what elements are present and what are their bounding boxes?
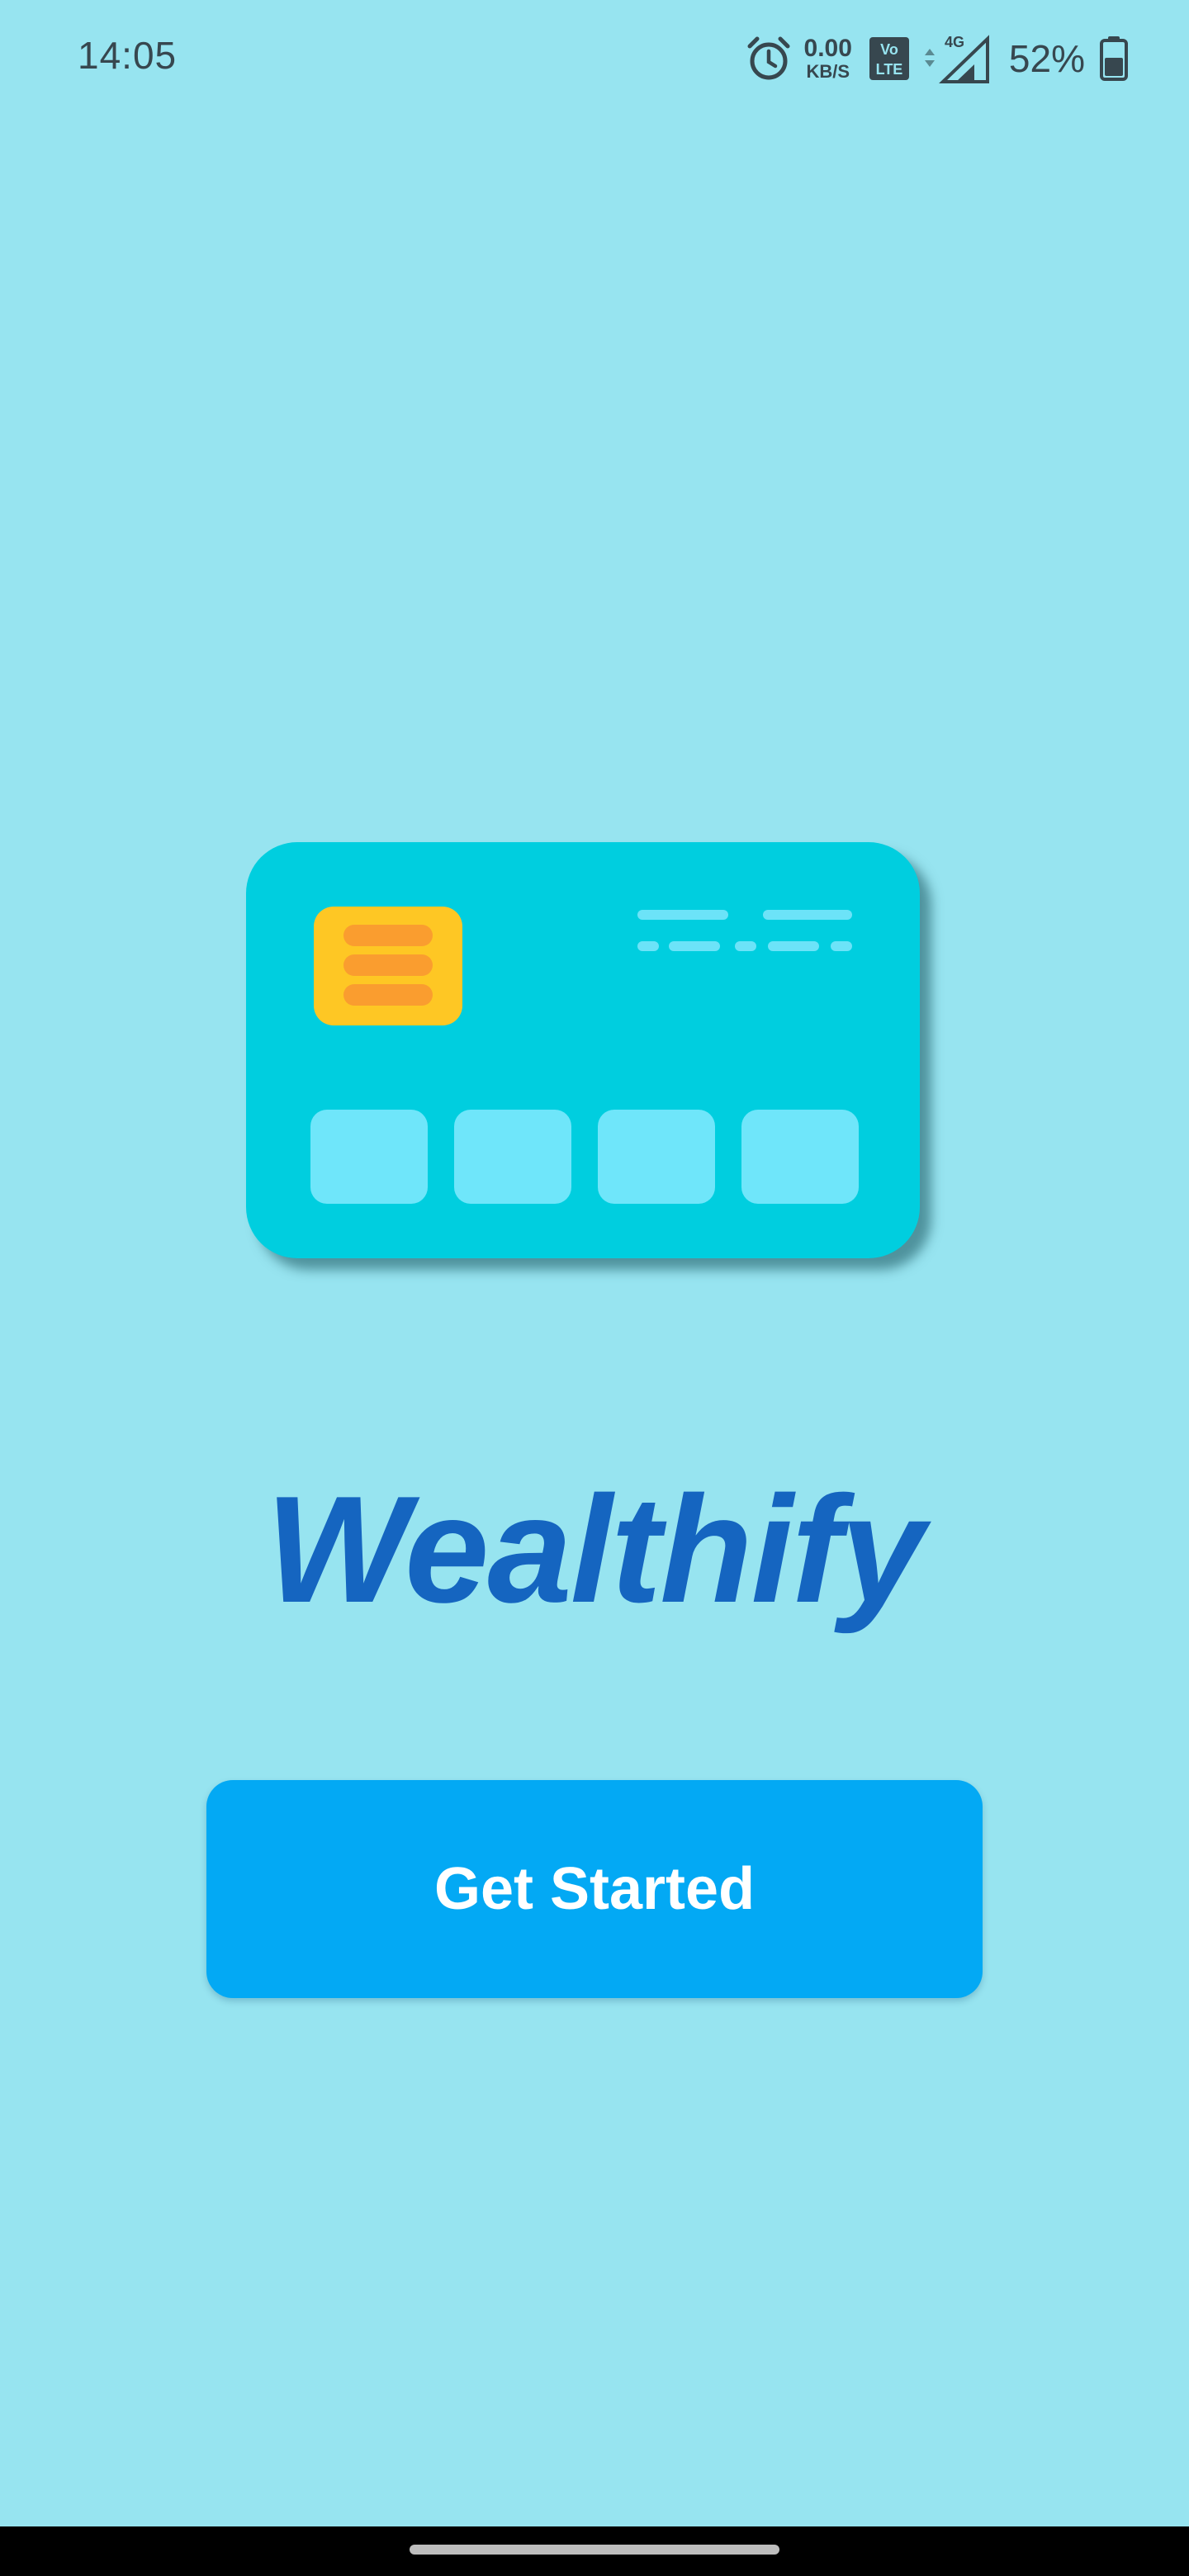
home-gesture-handle[interactable] — [410, 2545, 779, 2555]
card-number-block — [741, 1110, 859, 1204]
net-speed-unit: KB/S — [806, 61, 850, 82]
get-started-button[interactable]: Get Started — [206, 1780, 983, 1998]
card-dash — [669, 941, 720, 951]
welcome-screen: 14:05 0.00 KB/S Vo LTE 4G 52% Wealthify … — [0, 0, 1189, 2576]
chip-line — [343, 925, 433, 946]
card-dash — [637, 910, 728, 920]
status-bar: 14:05 0.00 KB/S Vo LTE 4G 52% — [0, 0, 1189, 116]
card-dash — [768, 941, 819, 951]
card-dash — [763, 910, 852, 920]
network-type: 4G — [945, 34, 964, 50]
card-dash — [831, 941, 852, 951]
card-number-block — [598, 1110, 715, 1204]
card-dash — [735, 941, 756, 951]
card-dash — [637, 941, 659, 951]
app-title: Wealthify — [265, 1464, 926, 1634]
battery-percent: 52% — [1008, 37, 1085, 80]
status-icons: 0.00 KB/S Vo LTE 4G 52% — [745, 30, 1128, 88]
signal-icon: 4G — [924, 34, 989, 83]
volte-label-bottom: LTE — [876, 61, 903, 78]
net-speed: 0.00 KB/S — [804, 36, 852, 81]
net-speed-value: 0.00 — [803, 35, 852, 62]
card-number-block — [310, 1110, 428, 1204]
navigation-bar — [0, 2526, 1189, 2576]
volte-label-top: Vo — [880, 41, 898, 58]
credit-card-illustration — [246, 842, 920, 1258]
card-body — [246, 842, 920, 1258]
battery-icon — [1100, 36, 1128, 81]
card-number-block — [454, 1110, 571, 1204]
alarm-icon — [747, 36, 790, 80]
chip-line — [343, 984, 433, 1006]
chip-line — [343, 954, 433, 976]
volte-icon: Vo LTE — [869, 37, 909, 80]
card-chip — [314, 907, 462, 1025]
status-time: 14:05 — [78, 34, 178, 77]
